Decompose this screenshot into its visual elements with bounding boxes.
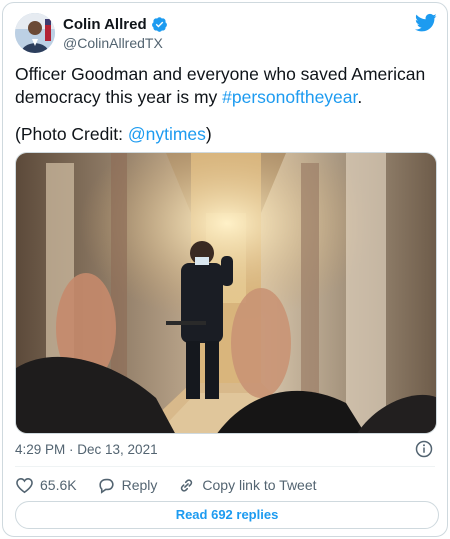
action-bar: 65.6K Reply Copy link to Tweet — [15, 474, 317, 496]
reply-icon — [98, 478, 114, 494]
photo-credit: (Photo Credit: @nytimes) — [15, 123, 212, 146]
name-row: Colin Allred — [63, 16, 168, 33]
tweet-text: Officer Goodman and everyone who saved A… — [15, 63, 439, 109]
divider — [15, 466, 435, 467]
avatar-photo — [15, 13, 55, 53]
tweet-header: Colin Allred @ColinAllredTX — [15, 13, 437, 57]
capitol-hallway-photo — [16, 153, 436, 433]
reply-label: Reply — [121, 477, 158, 493]
tweet-card: Colin Allred @ColinAllredTX Officer Good… — [2, 2, 448, 537]
hashtag-link[interactable]: #personoftheyear — [222, 87, 357, 107]
credit-suffix: ) — [205, 124, 212, 144]
info-icon[interactable] — [415, 440, 433, 458]
tweet-body-end: . — [357, 87, 363, 107]
display-name[interactable]: Colin Allred — [63, 16, 147, 33]
read-replies-button[interactable]: Read 692 replies — [15, 501, 439, 529]
like-count: 65.6K — [40, 477, 77, 493]
twitter-bird-icon[interactable] — [415, 13, 437, 33]
credit-prefix: (Photo Credit: — [15, 124, 128, 144]
avatar[interactable] — [15, 13, 55, 53]
tweet-timestamp[interactable]: 4:29 PM · Dec 13, 2021 — [15, 442, 158, 457]
user-handle[interactable]: @ColinAllredTX — [63, 35, 163, 51]
tweet-body: Officer Goodman and everyone who saved A… — [15, 64, 426, 107]
tweet-photo[interactable] — [15, 152, 437, 434]
reply-button[interactable]: Reply — [97, 476, 158, 495]
copy-link-label: Copy link to Tweet — [202, 477, 317, 493]
like-button[interactable]: 65.6K — [15, 476, 77, 495]
heart-icon — [16, 477, 33, 493]
verified-badge-icon — [151, 17, 167, 32]
mention-link[interactable]: @nytimes — [128, 124, 206, 144]
copy-link-button[interactable]: Copy link to Tweet — [177, 476, 317, 495]
link-icon — [181, 478, 193, 492]
